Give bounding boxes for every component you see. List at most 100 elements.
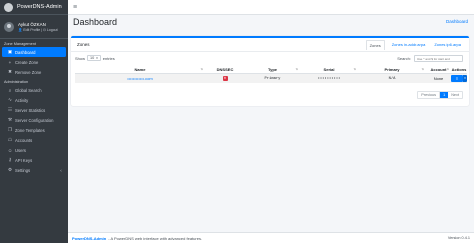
sidebar-item-label: Remove Zone	[15, 69, 42, 75]
chart-icon: ☷	[7, 107, 13, 112]
sidebar-item-label: Server Configuration	[15, 117, 54, 123]
tab-zones[interactable]: Zones	[365, 39, 385, 50]
zone-primary: N/A	[388, 77, 396, 82]
show-entries: Show 10 ▾ entries	[75, 55, 115, 61]
plus-icon: +	[8, 59, 12, 65]
user-name: Aykut ÖZKAN	[18, 21, 46, 27]
sidebar-item-label: Create Zone	[15, 59, 39, 65]
brand-title: PowerDNS-Admin	[17, 4, 62, 10]
page-title: Dashboard	[73, 17, 118, 27]
table-controls: Show 10 ▾ entries Search:	[75, 55, 463, 63]
gear-icon: ⚙	[7, 167, 13, 172]
sidebar-item-label: Activity	[15, 97, 29, 103]
sidebar-item-settings[interactable]: ⚙ Settings ‹	[2, 165, 66, 175]
sidebar-item-api-keys[interactable]: ⚷ API Keys	[2, 155, 66, 165]
sort-icon: ⇅	[353, 66, 356, 71]
chevron-left-icon: ‹	[60, 167, 62, 173]
pagination: Previous 1 Next	[417, 91, 463, 99]
wrench-icon: ⚒	[7, 117, 13, 122]
column-header-name[interactable]: Name ⇅	[75, 66, 205, 74]
sort-icon: ⇅	[446, 66, 449, 71]
actions-dropdown-toggle[interactable]: ▾	[463, 74, 467, 82]
sidebar-item-create-zone[interactable]: + Create Zone	[2, 57, 66, 67]
show-label: Show	[75, 55, 86, 61]
sidebar-item-dashboard[interactable]: ▣ Dashboard	[2, 47, 66, 57]
column-header-dnssec[interactable]: DNSSEC	[205, 66, 245, 74]
sort-icon: ⇅	[295, 66, 298, 71]
column-header-serial[interactable]: Serial ⇅	[300, 66, 358, 74]
sidebar-item-label: Dashboard	[15, 49, 36, 55]
table-header-row: Name ⇅ DNSSEC Type ⇅ Serial ⇅ Primary ⇅ Acco…	[75, 66, 467, 74]
search-wrap: Search:	[397, 55, 463, 62]
footer-brand[interactable]: PowerDNS-Admin	[72, 236, 106, 241]
zone-serial: ••••••••••	[317, 77, 341, 82]
dnssec-disabled-icon[interactable]: ✕	[222, 76, 228, 82]
sidebar-item-activity[interactable]: ∿ Activity	[2, 95, 66, 105]
actions-button[interactable]: ≡	[451, 74, 463, 82]
sidebar-item-global-search[interactable]: ⌕ Global Search	[2, 85, 66, 95]
zones-card: Zones Zones Zones in-addr.arpa Zones ip6…	[71, 36, 469, 106]
column-header-primary[interactable]: Primary ⇅	[358, 66, 426, 74]
zone-name-link[interactable]: ••••••••••••.com	[127, 76, 152, 81]
dashboard-icon: ▣	[7, 49, 13, 54]
search-label: Search:	[397, 56, 411, 61]
sidebar-item-server-configuration[interactable]: ⚒ Server Configuration	[2, 115, 66, 125]
sidebar-item-users[interactable]: ☺ Users	[2, 145, 66, 155]
sidebar-item-label: API Keys	[15, 157, 33, 163]
zones-table: Name ⇅ DNSSEC Type ⇅ Serial ⇅ Primary ⇅ Acco…	[75, 66, 467, 83]
hamburger-menu-icon[interactable]: ≡	[73, 4, 77, 11]
footer: PowerDNS-Admin - A PowerDNS web interfac…	[68, 232, 474, 243]
sidebar-item-server-statistics[interactable]: ☷ Server Statistics	[2, 105, 66, 115]
users-icon: ☺	[7, 147, 13, 153]
sidebar-item-label: Zone Templates	[15, 127, 45, 133]
accounts-icon: ☖	[7, 137, 13, 142]
card-header: Zones Zones Zones in-addr.arpa Zones ip6…	[71, 38, 469, 52]
brand[interactable]: PowerDNS-Admin	[0, 0, 68, 15]
sort-icon: ⇅	[200, 66, 203, 71]
menu-icon: ≡	[455, 75, 459, 81]
footer-version: Version 0.4.1	[447, 236, 470, 240]
key-icon: ⚷	[8, 157, 12, 162]
pagination-page-1[interactable]: 1	[440, 92, 449, 98]
top-navbar: ≡	[68, 0, 474, 15]
sidebar-item-accounts[interactable]: ☖ Accounts	[2, 135, 66, 145]
nav-header-zone-management: Zone Management	[4, 42, 36, 46]
column-header-type[interactable]: Type ⇅	[245, 66, 300, 74]
sidebar-item-label: Users	[15, 147, 26, 153]
card-title: Zones	[77, 42, 90, 47]
user-panel: Aykut ÖZKAN 👤 Edit Profile | ⏻ Logout	[0, 15, 68, 39]
sidebar-item-label: Global Search	[15, 87, 42, 93]
brand-logo-icon	[4, 2, 13, 12]
entries-select[interactable]: 10 ▾	[87, 55, 101, 61]
clone-icon: ❐	[7, 127, 13, 132]
sidebar-item-label: Accounts	[15, 137, 33, 143]
sort-icon: ⇅	[421, 66, 424, 71]
column-header-actions: Actions	[451, 66, 467, 74]
zone-type: Primary	[264, 77, 281, 82]
sidebar-item-label: Settings	[15, 167, 31, 173]
chevron-down-icon: ▾	[96, 56, 98, 60]
sidebar-item-zone-templates[interactable]: ❐ Zone Templates	[2, 125, 66, 135]
column-header-account[interactable]: Account ⇅	[426, 66, 451, 74]
breadcrumb[interactable]: Dashboard	[446, 19, 468, 24]
user-links[interactable]: 👤 Edit Profile | ⏻ Logout	[18, 28, 58, 32]
search-icon: ⌕	[8, 87, 12, 93]
activity-icon: ∿	[8, 97, 12, 102]
table-row: ••••••••••••.com ✕ Primary •••••••••• N/…	[75, 73, 467, 83]
pagination-previous[interactable]: Previous	[418, 92, 441, 98]
trash-icon: ✖	[8, 69, 12, 74]
avatar	[4, 21, 14, 32]
sidebar-item-remove-zone[interactable]: ✖ Remove Zone	[2, 67, 66, 77]
sidebar: PowerDNS-Admin Aykut ÖZKAN 👤 Edit Profil…	[0, 0, 68, 243]
sidebar-item-label: Server Statistics	[15, 107, 46, 113]
entries-label: entries	[102, 55, 115, 61]
pagination-next[interactable]: Next	[448, 92, 462, 98]
tab-zones-in-addr-arpa[interactable]: Zones in-addr.arpa	[390, 40, 428, 49]
actions-button-group: ≡ ▾	[451, 74, 467, 82]
zone-account: None	[433, 75, 444, 81]
search-input[interactable]	[414, 55, 463, 62]
entries-select-value: 10	[90, 56, 95, 60]
tab-zones-ip6-arpa[interactable]: Zones ip6.arpa	[432, 40, 463, 49]
footer-text: - A PowerDNS web interface with advanced…	[108, 235, 203, 241]
zone-tabs: Zones Zones in-addr.arpa Zones ip6.arpa	[365, 39, 463, 50]
